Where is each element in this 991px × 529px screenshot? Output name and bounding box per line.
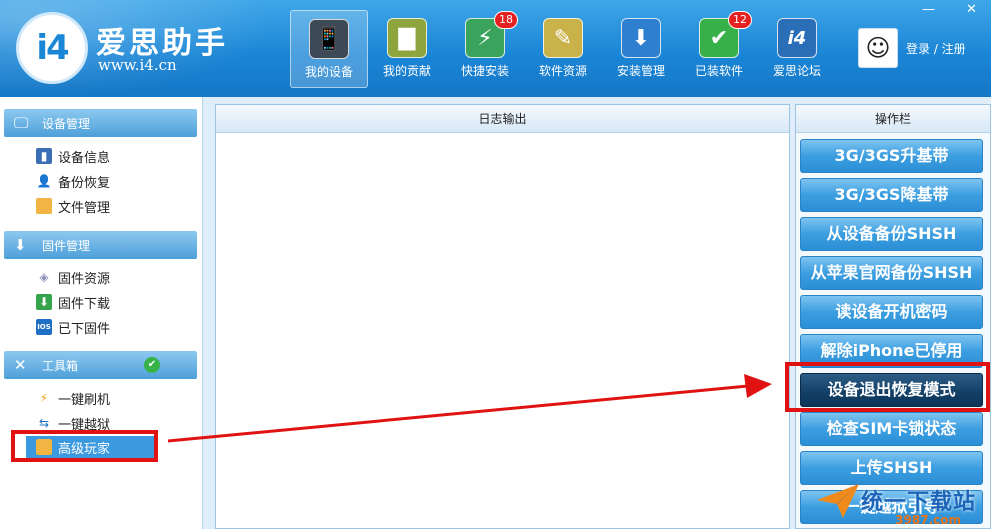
section-device-management[interactable]: 🖵 设备管理 xyxy=(4,109,197,137)
sidebar-item-downloaded-firmware[interactable]: IOS 已下固件 xyxy=(36,316,110,338)
sidebar-item-label: 一键刷机 xyxy=(58,392,111,408)
user-area: ☺ 登录 / 注册 xyxy=(858,28,966,68)
nav-installed-apps[interactable]: ✔ 已装软件 12 xyxy=(680,10,758,88)
user-icon: 👤 xyxy=(36,174,52,188)
logo-text: i4 xyxy=(36,28,69,68)
login-register-link[interactable]: 登录 / 注册 xyxy=(906,40,966,57)
minimize-button[interactable]: — xyxy=(922,2,935,17)
brand-url: www.i4.cn xyxy=(98,56,177,74)
sidebar-item-file-manager[interactable]: 文件管理 xyxy=(36,195,110,217)
phone-icon: 📱 xyxy=(309,19,349,59)
paper-plane-icon xyxy=(817,483,859,518)
section-firmware-management[interactable]: ⬇ 固件管理 xyxy=(4,231,197,259)
section-toolbox[interactable]: ✕ 工具箱 ✔ xyxy=(4,351,197,379)
sidebar-item-label: 已下固件 xyxy=(58,321,111,337)
log-output-area[interactable] xyxy=(216,133,789,528)
folder-icon xyxy=(36,198,52,214)
highlight-box-exit-recovery xyxy=(785,362,990,412)
operations-panel: 操作栏 3G/3GS升基带 3G/3GS降基带 从设备备份SHSH 从苹果官网备… xyxy=(795,104,991,529)
ios-icon: IOS xyxy=(36,319,52,335)
nav-label: 我的贡献 xyxy=(382,64,431,78)
close-button[interactable]: ✕ xyxy=(966,2,977,17)
watermark-subtext: 3987.com xyxy=(895,513,961,527)
inbox-icon: ⬇ xyxy=(14,236,27,254)
sidebar-item-one-click-flash[interactable]: ⚡ 一键刷机 xyxy=(36,387,110,409)
section-title: 工具箱 xyxy=(42,358,79,373)
nav-label: 我的设备 xyxy=(304,65,353,79)
watermark: 统一下载站 3987.com xyxy=(815,470,991,529)
section-title: 设备管理 xyxy=(42,116,91,131)
download-icon: ⬇ xyxy=(36,294,52,310)
app-store-icon: ✎ xyxy=(543,18,583,58)
log-output-panel: 日志输出 xyxy=(215,104,790,529)
avatar[interactable]: ☺ xyxy=(858,28,898,68)
bar-chart-icon: ▇ xyxy=(387,18,427,58)
sidebar-item-firmware-download[interactable]: ⬇ 固件下载 xyxy=(36,291,110,313)
watermark-text: 统一下载站 xyxy=(861,489,977,515)
upgrade-baseband-button[interactable]: 3G/3GS升基带 xyxy=(800,139,983,173)
download-icon: ⬇ xyxy=(621,18,661,58)
sidebar-item-firmware-resources[interactable]: ◈ 固件资源 xyxy=(36,266,110,288)
nav-label: 快捷安装 xyxy=(460,64,509,78)
notification-badge: 18 xyxy=(494,11,518,29)
lightning-icon: ⚡ xyxy=(39,391,49,405)
main-nav: 📱 我的设备 ▇ 我的贡献 ⚡ 快捷安装 18 ✎ 软件资源 ⬇ 安装管理 ✔ … xyxy=(290,10,836,90)
forum-icon: i4 xyxy=(777,18,817,58)
operations-title: 操作栏 xyxy=(796,105,990,133)
check-sim-lock-button[interactable]: 检查SIM卡锁状态 xyxy=(800,412,983,446)
sidebar-item-label: 设备信息 xyxy=(58,150,111,166)
section-title: 固件管理 xyxy=(42,238,91,253)
title-bar: i4 爱思助手 www.i4.cn 📱 我的设备 ▇ 我的贡献 ⚡ 快捷安装 1… xyxy=(0,0,991,97)
nav-quick-install[interactable]: ⚡ 快捷安装 18 xyxy=(446,10,524,88)
app-logo: i4 xyxy=(16,12,88,84)
nav-label: 安装管理 xyxy=(616,64,665,78)
backup-shsh-apple-button[interactable]: 从苹果官网备份SHSH xyxy=(800,256,983,290)
nav-label: 软件资源 xyxy=(538,64,587,78)
nav-install-manager[interactable]: ⬇ 安装管理 xyxy=(602,10,680,88)
nav-my-device[interactable]: 📱 我的设备 xyxy=(290,10,368,88)
sidebar-item-device-info[interactable]: ▮ 设备信息 xyxy=(36,145,110,167)
monitor-icon: 🖵 xyxy=(14,114,29,132)
sidebar-item-label: 文件管理 xyxy=(58,200,111,216)
sidebar-item-backup-restore[interactable]: 👤 备份恢复 xyxy=(36,170,111,192)
device-info-icon: ▮ xyxy=(36,148,52,164)
check-icon: ✔ xyxy=(144,357,160,373)
nav-my-contribution[interactable]: ▇ 我的贡献 xyxy=(368,10,446,88)
read-boot-password-button[interactable]: 读设备开机密码 xyxy=(800,295,983,329)
layers-icon: ◈ xyxy=(39,270,49,284)
log-output-title: 日志输出 xyxy=(216,105,789,133)
downgrade-baseband-button[interactable]: 3G/3GS降基带 xyxy=(800,178,983,212)
nav-forum[interactable]: i4 爱思论坛 xyxy=(758,10,836,88)
sidebar-item-label: 固件资源 xyxy=(58,271,111,287)
jailbreak-icon: ⇆ xyxy=(38,416,50,430)
notification-badge: 12 xyxy=(728,11,752,29)
sidebar-item-label: 固件下载 xyxy=(58,296,111,312)
nav-label: 爱思论坛 xyxy=(772,64,821,78)
highlight-box-sidebar xyxy=(11,430,158,462)
nav-label: 已装软件 xyxy=(694,64,743,78)
sidebar: 🖵 设备管理 ▮ 设备信息 👤 备份恢复 文件管理 ⬇ 固件管理 ◈ 固件资源 … xyxy=(0,97,203,529)
sidebar-item-label: 备份恢复 xyxy=(58,175,111,191)
tools-icon: ✕ xyxy=(14,356,27,374)
nav-software-resources[interactable]: ✎ 软件资源 xyxy=(524,10,602,88)
backup-shsh-device-button[interactable]: 从设备备份SHSH xyxy=(800,217,983,251)
